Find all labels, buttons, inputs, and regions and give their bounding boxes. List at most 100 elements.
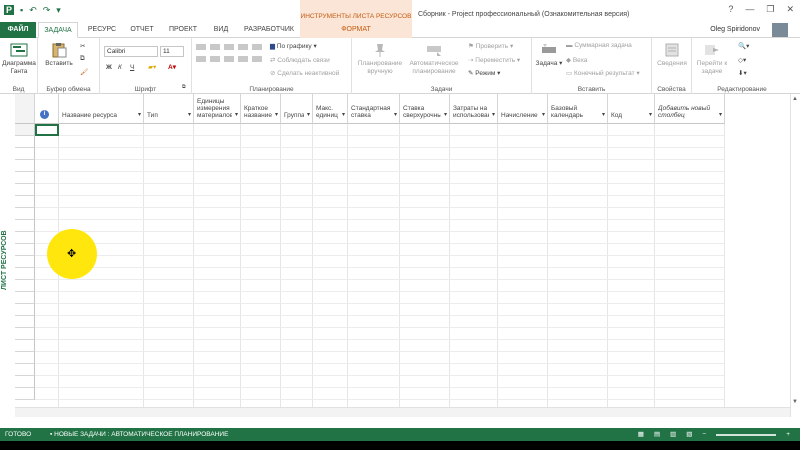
avatar[interactable] [772,23,788,37]
bold-button[interactable]: Ж [106,64,112,71]
tab-view[interactable]: ВИД [206,22,236,38]
row-header[interactable] [15,388,35,400]
milestone-button[interactable]: ◆ Веха [566,56,587,64]
vertical-scrollbar[interactable]: ▲ ▼ [790,94,800,417]
deliverable-button[interactable]: ▭ Конечный результат ▾ [566,69,640,77]
inspect-button[interactable]: ⚑ Проверить ▾ [468,42,513,50]
close-icon[interactable]: ✕ [786,4,794,15]
column-filter-icon[interactable]: ▾ [138,112,141,119]
mark-on-track-button[interactable]: ▆ По графику ▾ [270,42,317,50]
user-name[interactable]: Oleg Spiridonov [710,26,760,33]
tab-file[interactable]: ФАЙЛ [0,22,36,38]
row-header[interactable] [15,148,35,160]
row-header[interactable] [15,328,35,340]
manually-schedule-button[interactable]: Планирование вручную [356,42,404,76]
restore-icon[interactable]: ❐ [766,4,774,15]
row-header[interactable] [15,280,35,292]
column-filter-icon[interactable]: ▾ [649,112,652,119]
redo-icon[interactable]: ↷ [43,5,51,15]
col-material-label[interactable]: Единицы измерения материалов ▾ [194,94,241,124]
column-filter-icon[interactable]: ▾ [394,112,397,119]
column-filter-icon[interactable]: ▾ [235,112,238,119]
row-header[interactable] [15,232,35,244]
column-filter-icon[interactable]: ▾ [492,112,495,119]
auto-schedule-button[interactable]: Автоматическое планирование [406,42,462,76]
fill-icon[interactable]: ⬇▾ [738,69,747,77]
cut-icon[interactable]: ✂ [80,42,85,50]
save-icon[interactable]: ▪ [20,5,23,15]
row-header[interactable] [15,184,35,196]
row-header[interactable] [15,220,35,232]
resource-sheet[interactable]: i Название ресурса ▾ Тип ▾ Единицы измерения… [15,94,790,417]
row-header[interactable] [15,352,35,364]
font-name-select[interactable]: Calibri [104,46,158,57]
indicators-column-header[interactable] [35,94,59,124]
row-header[interactable] [15,340,35,352]
row-header[interactable] [15,268,35,280]
zoom-slider[interactable] [716,433,777,436]
col-resource-name[interactable]: Название ресурса ▾ [59,94,144,124]
task-usage-icon[interactable]: ▤ [654,428,660,441]
customize-qat-icon[interactable]: ▾ [56,5,61,15]
col-code[interactable]: Код ▾ [608,94,655,124]
gantt-view-icon[interactable]: ▦ [638,428,644,441]
row-header[interactable] [15,256,35,268]
column-filter-icon[interactable]: ▾ [444,112,447,119]
paste-button[interactable]: Вставить [44,42,74,68]
resource-sheet-icon[interactable]: ▧ [686,428,692,441]
minimize-icon[interactable]: — [745,4,754,15]
inactivate-button[interactable]: ⊘ Сделать неактивной [270,69,339,77]
copy-icon[interactable]: ⧉ [80,55,85,63]
team-planner-icon[interactable]: ▥ [670,428,676,441]
insert-task-button[interactable]: Задача ▾ [534,42,564,68]
summary-task-button[interactable]: ▬ Суммарная задача [566,42,632,49]
corner-header[interactable] [15,94,35,124]
row-header[interactable] [15,208,35,220]
tab-developer[interactable]: РАЗРАБОТЧИК [238,22,300,38]
highlight-color-icon[interactable]: ▰▾ [148,63,156,71]
col-cost-per-use[interactable]: Затраты на использование▾ [450,94,498,124]
find-icon[interactable]: 🔍▾ [738,42,749,50]
row-header[interactable] [15,244,35,256]
column-filter-icon[interactable]: ▾ [188,112,191,119]
col-ovt-rate[interactable]: Ставка сверхурочных ▾ [400,94,450,124]
col-base-calendar[interactable]: Базовый календарь ▾ [548,94,608,124]
row-header[interactable] [15,376,35,388]
tab-task[interactable]: ЗАДАЧА [38,22,78,38]
tab-project[interactable]: ПРОЕКТ [163,22,203,38]
col-max-units[interactable]: Макс. единиц ▾ [313,94,348,124]
row-header[interactable] [15,196,35,208]
font-size-select[interactable]: 11 [160,46,184,57]
column-filter-icon[interactable]: ▾ [275,112,278,119]
font-color-icon[interactable]: A▾ [168,63,176,71]
gantt-chart-button[interactable]: Диаграмма Ганта [2,42,36,76]
column-filter-icon[interactable]: ▾ [307,112,310,119]
zoom-in-icon[interactable]: + [786,428,790,441]
mode-button[interactable]: ✎ Режим ▾ [468,69,500,77]
tab-report[interactable]: ОТЧЕТ [124,22,160,38]
tab-format[interactable]: ФОРМАТ [300,22,412,38]
col-accrue-at[interactable]: Начисление ▾ [498,94,548,124]
column-filter-icon[interactable]: ▾ [602,112,605,119]
row-header[interactable] [15,304,35,316]
column-filter-icon[interactable]: ▾ [542,112,545,119]
move-button[interactable]: ⇢ Переместить ▾ [468,56,520,64]
row-header[interactable] [15,160,35,172]
col-std-rate[interactable]: Стандартная ставка ▾ [348,94,400,124]
scroll-to-task-button[interactable]: Перейти к задаче [696,42,728,76]
row-header[interactable] [15,316,35,328]
col-add-new-column[interactable]: Добавить новый столбец ▾ [655,94,725,124]
respect-links-button[interactable]: ⇄ Соблюдать связи [270,56,330,64]
undo-icon[interactable]: ↶ [29,5,37,15]
horizontal-scrollbar[interactable] [15,407,790,417]
tab-resource[interactable]: РЕСУРС [82,22,122,38]
scroll-down-icon[interactable]: ▼ [792,399,798,405]
col-group[interactable]: Группа ▾ [281,94,313,124]
row-header[interactable] [15,172,35,184]
clear-icon[interactable]: ◇▾ [738,56,746,64]
help-icon[interactable]: ? [728,4,733,15]
underline-button[interactable]: Ч [130,64,134,71]
selected-cell[interactable] [35,124,59,136]
row-header[interactable] [15,124,35,136]
row-header[interactable] [15,292,35,304]
